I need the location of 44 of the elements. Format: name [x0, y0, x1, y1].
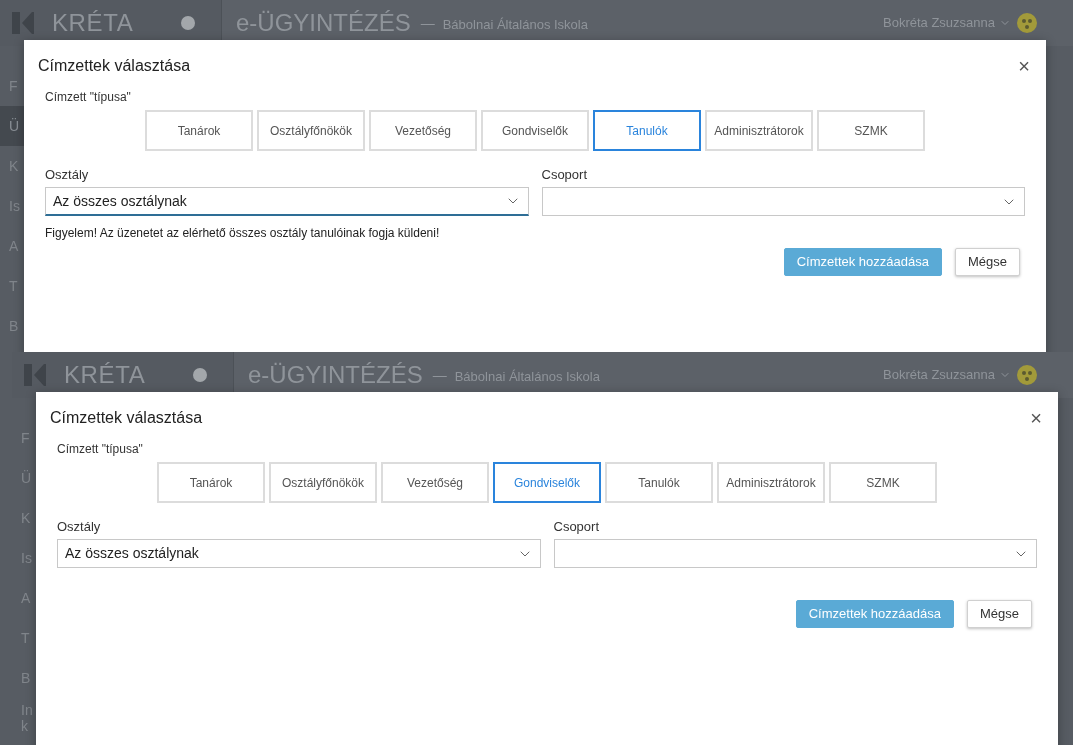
recipient-type-tab[interactable]: Adminisztrátorok: [705, 110, 813, 151]
field-label: Csoport: [541, 167, 588, 183]
recipient-type-tab[interactable]: Tanulók: [593, 110, 701, 151]
dropdown-field[interactable]: Az összes osztálynak: [57, 539, 541, 568]
field-label: Csoport: [553, 519, 600, 535]
cancel-button[interactable]: Mégse: [966, 600, 1032, 628]
menu-toggle-icon[interactable]: [181, 16, 195, 30]
avatar-icon: [1017, 13, 1037, 33]
close-button[interactable]: ×: [1018, 56, 1030, 76]
field-label: Címzett "típusa": [45, 89, 131, 106]
recipient-type-tab[interactable]: Tanárok: [157, 462, 265, 503]
recipient-type-tab[interactable]: Osztályfőnökök: [269, 462, 377, 503]
field-label: Címzett "típusa": [57, 441, 143, 458]
close-button[interactable]: ×: [1030, 408, 1042, 428]
dropdown-field[interactable]: Az összes osztálynak: [45, 187, 529, 216]
title-separator: —: [432, 365, 447, 385]
recipient-type-tab[interactable]: SZMK: [817, 110, 925, 151]
recipient-type-tab[interactable]: Gondviselők: [481, 110, 589, 151]
modal-title: Címzettek választása: [38, 56, 191, 76]
recipient-type-tab[interactable]: Tanárok: [145, 110, 253, 151]
logo-icon: [24, 364, 46, 386]
dropdown-field[interactable]: [541, 187, 1025, 216]
recipient-type-tab[interactable]: Vezetőség: [369, 110, 477, 151]
recipient-type-tab[interactable]: SZMK: [829, 462, 937, 503]
modal-title: Címzettek választása: [50, 408, 203, 428]
recipient-type-tab[interactable]: Osztályfőnökök: [257, 110, 365, 151]
field-label: Osztály: [57, 519, 101, 535]
add-recipients-button[interactable]: Címzettek hozzáadása: [795, 600, 954, 628]
avatar-icon: [1017, 365, 1037, 385]
sidebar-item[interactable]: Ü: [0, 106, 24, 146]
cancel-button[interactable]: Mégse: [954, 248, 1020, 276]
add-recipients-button[interactable]: Címzettek hozzáadása: [783, 248, 942, 276]
logo-text: KRÉTA: [52, 8, 134, 38]
logo-icon: [12, 12, 34, 34]
warning-text: Figyelem! Az üzenetet az elérhető összes osztály tanulóinak fogja küldeni!: [45, 225, 440, 242]
menu-toggle-icon[interactable]: [193, 368, 207, 382]
recipient-type-tab[interactable]: Adminisztrátorok: [717, 462, 825, 503]
logo-text: KRÉTA: [64, 360, 146, 390]
recipient-type-tab[interactable]: Gondviselők: [493, 462, 601, 503]
recipient-type-tab[interactable]: Tanulók: [605, 462, 713, 503]
dropdown-field[interactable]: [553, 539, 1037, 568]
title-separator: —: [420, 13, 435, 33]
recipient-type-tab[interactable]: Vezetőség: [381, 462, 489, 503]
field-label: Osztály: [45, 167, 89, 183]
